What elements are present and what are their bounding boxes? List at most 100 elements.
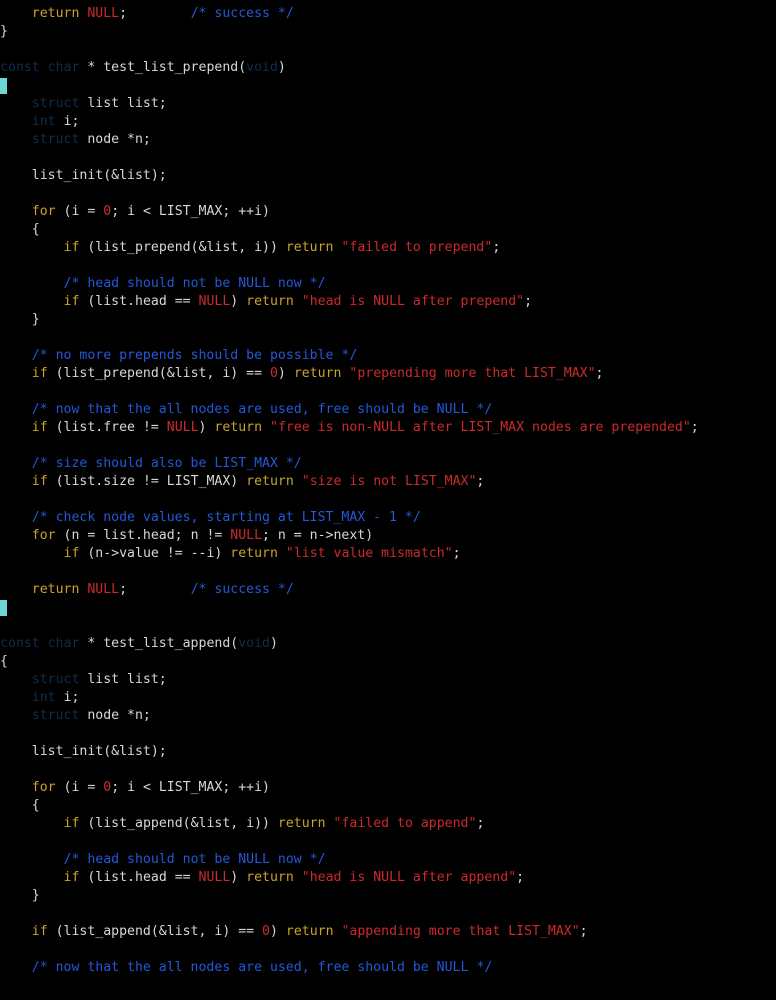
code-text: ;	[492, 240, 501, 255]
code-line[interactable]	[0, 563, 776, 581]
code-line[interactable]: /* no more prepends should be possible *…	[0, 347, 776, 365]
code-text: ;	[476, 474, 485, 489]
code-line[interactable]: {	[0, 653, 776, 671]
code-line[interactable]	[0, 185, 776, 203]
code-line[interactable]: if (list_prepend(&list, i) == 0) return …	[0, 365, 776, 383]
code-line[interactable]	[0, 725, 776, 743]
code-line[interactable]: if (list.head == NULL) return "head is N…	[0, 293, 776, 311]
code-line[interactable]: list_init(&list);	[0, 743, 776, 761]
code-line[interactable]: for (i = 0; i < LIST_MAX; ++i)	[0, 779, 776, 797]
code-editor[interactable]: return NULL; /* success */} const char * …	[0, 0, 776, 1000]
code-line[interactable]	[0, 617, 776, 635]
code-text: )	[269, 924, 286, 939]
keyword-token: return	[246, 870, 294, 885]
keyword-token: if	[63, 816, 80, 831]
code-line[interactable]: return NULL; /* success */	[0, 5, 776, 23]
code-line[interactable]	[0, 437, 776, 455]
code-line[interactable]: /* head should not be NULL now */	[0, 851, 776, 869]
code-line[interactable]: {	[0, 797, 776, 815]
code-line[interactable]: /* now that the all nodes are used, free…	[0, 401, 776, 419]
code-line[interactable]: if (n->value != --i) return "list value …	[0, 545, 776, 563]
code-line[interactable]	[0, 491, 776, 509]
code-line[interactable]: if (list_append(&list, i) == 0) return "…	[0, 923, 776, 941]
type-token: struct	[31, 708, 80, 723]
type-token: struct	[31, 672, 80, 687]
code-text: ; n = n->next)	[262, 528, 374, 543]
code-line[interactable]: for (n = list.head; n != NULL; n = n->ne…	[0, 527, 776, 545]
code-line[interactable]	[0, 833, 776, 851]
code-text: {	[0, 654, 8, 669]
code-text: (list.size != LIST_MAX)	[47, 474, 247, 489]
code-line[interactable]: const char * test_list_append(void)	[0, 635, 776, 653]
string-literal: "failed to prepend"	[341, 240, 493, 255]
code-line[interactable]: if (list.free != NULL) return "free is n…	[0, 419, 776, 437]
code-line[interactable]: int i;	[0, 113, 776, 131]
code-line[interactable]: struct node *n;	[0, 707, 776, 725]
code-line[interactable]	[0, 257, 776, 275]
code-line[interactable]: int i;	[0, 689, 776, 707]
code-text: i;	[55, 114, 80, 129]
code-line[interactable]: const char * test_list_prepend(void)	[0, 59, 776, 77]
code-line[interactable]	[0, 77, 776, 95]
code-line[interactable]: for (i = 0; i < LIST_MAX; ++i)	[0, 203, 776, 221]
comment-token: /* success */	[190, 6, 294, 21]
null-literal: NULL	[166, 420, 199, 435]
code-text: ;	[690, 420, 699, 435]
code-text: }	[0, 24, 8, 39]
code-line[interactable]	[0, 41, 776, 59]
keyword-token: if	[63, 546, 80, 561]
number-literal: 0	[269, 366, 278, 381]
string-literal: "head is NULL after prepend"	[301, 294, 525, 309]
comment-token: /* head should not be NULL now */	[63, 852, 326, 867]
code-line[interactable]: struct list list;	[0, 671, 776, 689]
code-line[interactable]: if (list.size != LIST_MAX) return "size …	[0, 473, 776, 491]
code-line[interactable]: }	[0, 887, 776, 905]
type-token: const char	[0, 60, 80, 75]
code-line[interactable]: return NULL; /* success */	[0, 581, 776, 599]
code-line[interactable]: /* now that the all nodes are used, free…	[0, 959, 776, 977]
text-cursor	[0, 600, 7, 616]
code-line[interactable]	[0, 941, 776, 959]
string-literal: "appending more that LIST_MAX"	[341, 924, 580, 939]
code-text: (i =	[55, 780, 104, 795]
code-line[interactable]: list_init(&list);	[0, 167, 776, 185]
keyword-token: return	[293, 366, 342, 381]
null-literal: NULL	[198, 870, 231, 885]
code-line[interactable]: {	[0, 221, 776, 239]
keyword-token: if	[31, 924, 48, 939]
comment-token: /* check node values, starting at LIST_M…	[31, 510, 421, 525]
code-line[interactable]	[0, 149, 776, 167]
comment-token: /* now that the all nodes are used, free…	[31, 402, 493, 417]
code-line[interactable]	[0, 383, 776, 401]
code-line[interactable]: }	[0, 311, 776, 329]
code-line[interactable]: struct list list;	[0, 95, 776, 113]
code-line[interactable]: if (list.head == NULL) return "head is N…	[0, 869, 776, 887]
code-line[interactable]	[0, 329, 776, 347]
code-line[interactable]: /* size should also be LIST_MAX */	[0, 455, 776, 473]
code-line[interactable]	[0, 599, 776, 617]
keyword-token: return	[214, 420, 263, 435]
code-line[interactable]: /* head should not be NULL now */	[0, 275, 776, 293]
code-line[interactable]: /* check node values, starting at LIST_M…	[0, 509, 776, 527]
code-line[interactable]: }	[0, 23, 776, 41]
code-text: (i =	[55, 204, 104, 219]
comment-token: /* head should not be NULL now */	[63, 276, 326, 291]
code-line[interactable]	[0, 761, 776, 779]
code-line[interactable]: if (list_append(&list, i)) return "faile…	[0, 815, 776, 833]
code-text: (list_prepend(&list, i) ==	[47, 366, 270, 381]
keyword-token: if	[63, 294, 80, 309]
code-text: (list.head ==	[79, 294, 199, 309]
code-line[interactable]	[0, 905, 776, 923]
code-line[interactable]: if (list_prepend(&list, i)) return "fail…	[0, 239, 776, 257]
code-line[interactable]: struct node *n;	[0, 131, 776, 149]
